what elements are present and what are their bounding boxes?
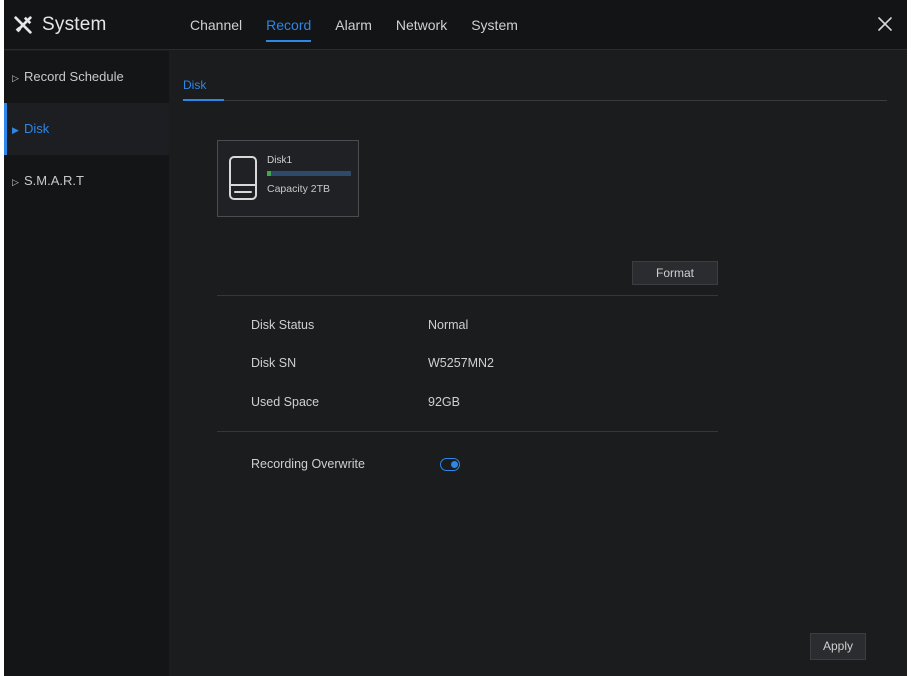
recording-overwrite-label: Recording Overwrite bbox=[251, 457, 365, 471]
app-brand: System bbox=[12, 12, 107, 38]
divider bbox=[217, 295, 718, 296]
subtab-disk[interactable]: Disk bbox=[183, 75, 225, 101]
sidebar-item-label: Disk bbox=[24, 121, 50, 136]
main-panel: Disk Disk1 Capacity 2TB Format Disk Stat… bbox=[169, 51, 907, 676]
tab-record[interactable]: Record bbox=[266, 0, 312, 50]
sidebar: ▷ Record Schedule ▶ Disk ▷ S.M.A.R.T bbox=[4, 51, 169, 676]
format-button[interactable]: Format bbox=[632, 261, 718, 285]
top-bar: System Channel Record Alarm Network Syst… bbox=[4, 0, 907, 50]
tab-channel[interactable]: Channel bbox=[190, 0, 242, 50]
disk-sn-value: W5257MN2 bbox=[428, 356, 494, 370]
recording-overwrite-toggle[interactable] bbox=[440, 458, 460, 471]
tab-network[interactable]: Network bbox=[396, 0, 447, 50]
disk-status-label: Disk Status bbox=[251, 318, 315, 332]
hard-disk-icon bbox=[229, 156, 257, 200]
sidebar-item-label: S.M.A.R.T bbox=[24, 173, 84, 188]
toggle-knob bbox=[450, 460, 458, 468]
sidebar-item-record-schedule[interactable]: ▷ Record Schedule bbox=[4, 51, 169, 103]
disk-status-value: Normal bbox=[428, 318, 469, 332]
settings-window: System Channel Record Alarm Network Syst… bbox=[4, 0, 907, 676]
used-space-value: 92GB bbox=[428, 395, 460, 409]
subtab-bar: Disk bbox=[183, 75, 887, 101]
close-icon[interactable] bbox=[873, 12, 897, 36]
disk-usage-fill bbox=[267, 171, 271, 176]
sidebar-item-label: Record Schedule bbox=[24, 69, 124, 84]
sidebar-item-disk[interactable]: ▶ Disk bbox=[4, 103, 169, 155]
disk-capacity: Capacity 2TB bbox=[267, 183, 331, 195]
disk-card[interactable]: Disk1 Capacity 2TB bbox=[217, 140, 359, 217]
disk-name: Disk1 bbox=[267, 155, 293, 166]
disk-usage-bar bbox=[267, 171, 351, 176]
app-title: System bbox=[42, 14, 107, 35]
apply-button[interactable]: Apply bbox=[810, 633, 866, 660]
arrow-right-outline-icon: ▷ bbox=[12, 176, 19, 187]
tab-alarm[interactable]: Alarm bbox=[335, 0, 372, 50]
arrow-right-solid-icon: ▶ bbox=[12, 124, 19, 135]
tools-icon bbox=[14, 16, 32, 34]
main-nav: Channel Record Alarm Network System bbox=[190, 0, 542, 50]
disk-sn-label: Disk SN bbox=[251, 356, 297, 370]
used-space-label: Used Space bbox=[251, 395, 320, 409]
tab-system[interactable]: System bbox=[471, 0, 518, 50]
arrow-right-outline-icon: ▷ bbox=[12, 72, 19, 83]
divider bbox=[217, 431, 718, 432]
sidebar-item-smart[interactable]: ▷ S.M.A.R.T bbox=[4, 155, 169, 207]
